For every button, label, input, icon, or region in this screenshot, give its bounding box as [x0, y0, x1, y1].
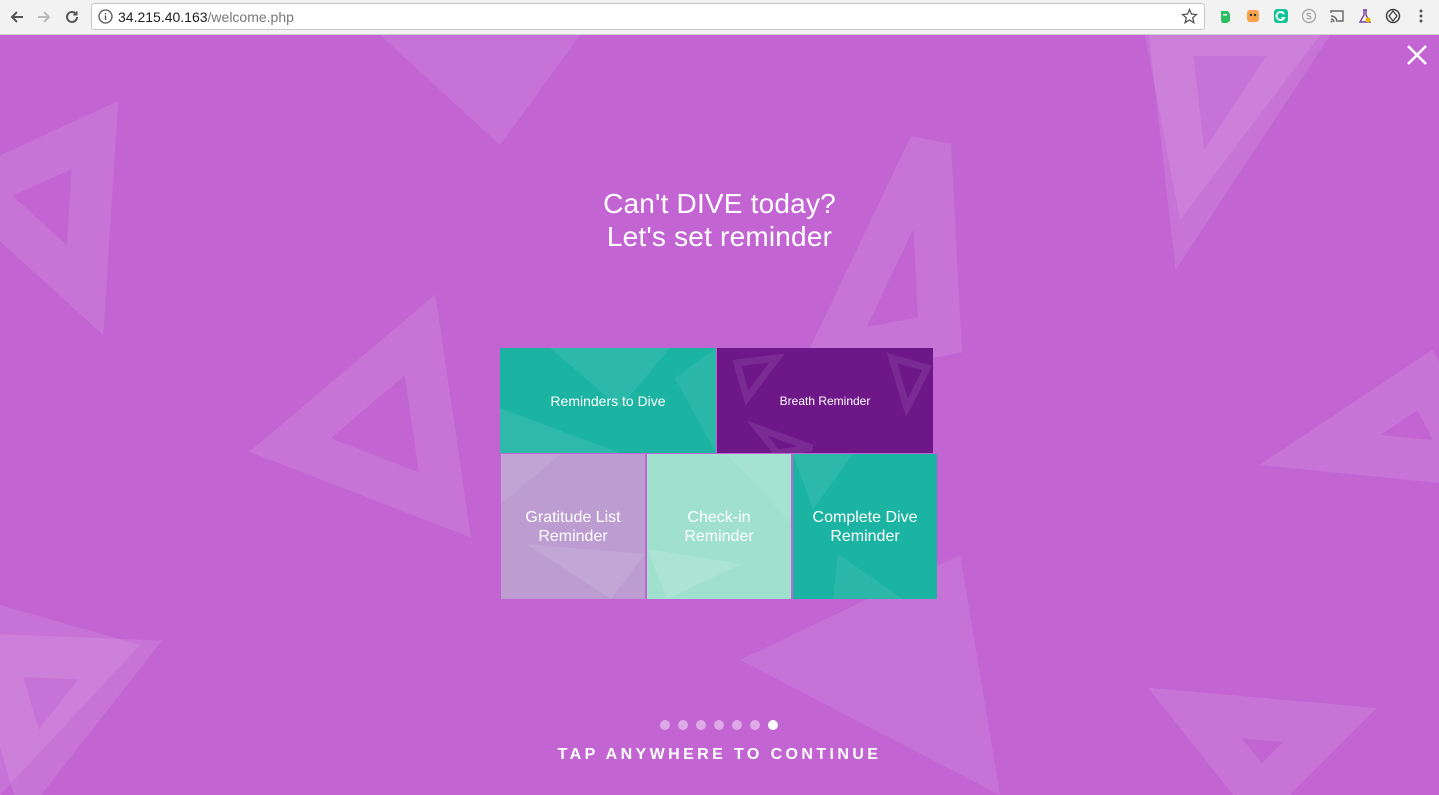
- cast-icon[interactable]: [1329, 8, 1345, 24]
- skype-icon[interactable]: [1301, 8, 1317, 24]
- tile-label: Reminders to Dive: [550, 392, 666, 409]
- pagination-dot[interactable]: [660, 720, 670, 730]
- complete-dive-reminder-tile[interactable]: Complete Dive Reminder: [793, 454, 937, 599]
- pagination-dot[interactable]: [696, 720, 706, 730]
- lab-icon[interactable]: [1357, 8, 1373, 24]
- info-icon[interactable]: [98, 9, 113, 24]
- gratitude-list-reminder-tile[interactable]: Gratitude List Reminder: [501, 454, 645, 599]
- pagination-dot[interactable]: [714, 720, 724, 730]
- tile-label: Breath Reminder: [779, 393, 871, 408]
- tile-label: Complete Dive Reminder: [801, 508, 930, 546]
- url-host: 34.215.40.163: [118, 9, 208, 25]
- arrow-right-icon: [38, 11, 51, 23]
- grammarly-icon[interactable]: [1273, 8, 1289, 24]
- welcome-stage[interactable]: Can't DIVE today? Let's set reminder Rem…: [0, 35, 1439, 795]
- check-in-reminder-tile[interactable]: Check-in Reminder: [647, 454, 791, 599]
- honey-icon[interactable]: [1245, 8, 1261, 24]
- tile-label-line-2: Reminder: [830, 527, 900, 545]
- reload-button[interactable]: [60, 5, 84, 29]
- tile-label-line-1: Complete Dive: [812, 508, 918, 526]
- vpn-icon[interactable]: [1385, 8, 1401, 24]
- pagination-dot[interactable]: [732, 720, 742, 730]
- pagination-dots: [660, 720, 778, 730]
- tile-label-line-2: Reminder: [538, 527, 608, 545]
- url-text[interactable]: 34.215.40.163/welcome.php: [118, 9, 294, 25]
- tile-label: Check-in Reminder: [672, 508, 765, 546]
- tile-label-line-2: Reminder: [684, 527, 754, 545]
- tap-to-continue-text[interactable]: TAP ANYWHERE TO CONTINUE: [0, 746, 1439, 764]
- address-bar[interactable]: 34.215.40.163/welcome.php: [91, 3, 1205, 30]
- arrow-left-icon: [10, 11, 23, 23]
- reminders-to-dive-tile[interactable]: Reminders to Dive: [500, 348, 716, 453]
- evernote-icon[interactable]: [1217, 8, 1233, 24]
- browser-toolbar: 34.215.40.163/welcome.php: [0, 0, 1439, 35]
- pagination-dot-active[interactable]: [768, 720, 778, 730]
- pagination-dot[interactable]: [678, 720, 688, 730]
- reminder-tiles: Reminders to Dive Breath Reminder Gratit…: [0, 35, 1439, 795]
- tile-label: Gratitude List Reminder: [513, 508, 632, 546]
- back-button[interactable]: [5, 5, 29, 29]
- tile-label-line-1: Gratitude List: [525, 508, 621, 526]
- breath-reminder-tile[interactable]: Breath Reminder: [717, 348, 933, 453]
- menu-kebab-icon[interactable]: [1413, 8, 1429, 24]
- url-path: /welcome.php: [207, 9, 294, 25]
- reload-icon: [66, 10, 78, 23]
- tile-label-line-1: Check-in: [687, 508, 751, 526]
- bookmark-star-icon[interactable]: [1181, 8, 1198, 25]
- forward-button[interactable]: [32, 5, 56, 29]
- pagination-dot[interactable]: [750, 720, 760, 730]
